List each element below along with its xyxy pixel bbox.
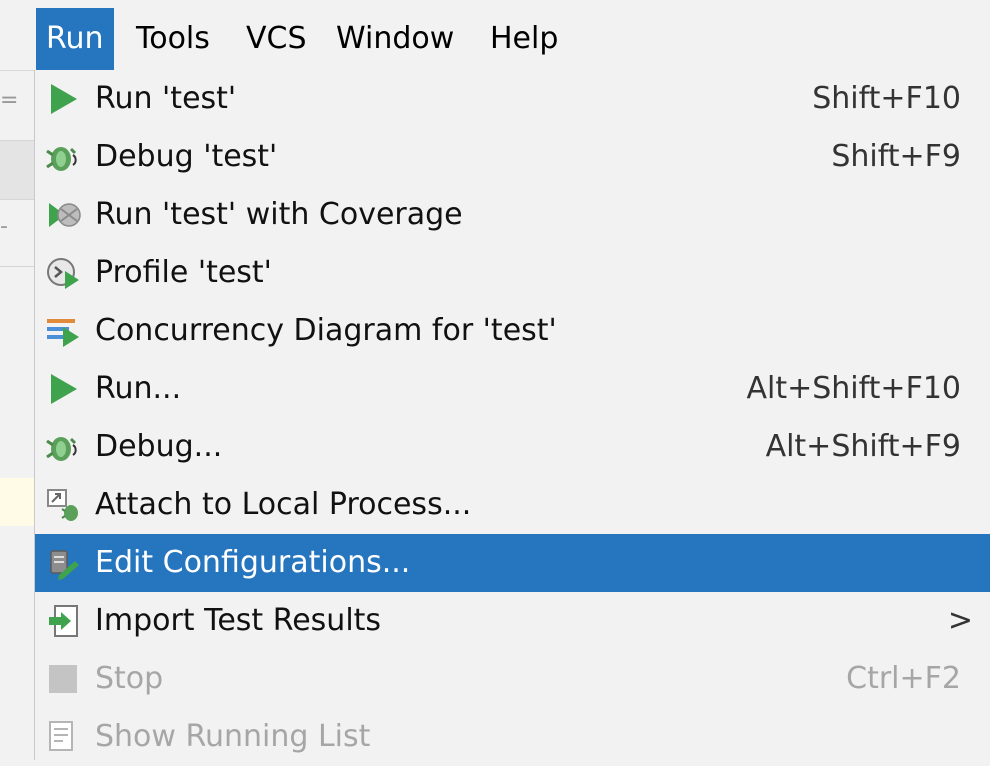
menu-item-run-test[interactable]: Run 'test' Shift+F10 xyxy=(35,70,990,128)
coverage-icon xyxy=(49,203,81,227)
menu-item-label: Show Running List xyxy=(95,719,371,754)
menu-item-debug-test[interactable]: Debug 'test' Shift+F9 xyxy=(35,128,990,186)
menu-item-label: Profile 'test' xyxy=(95,255,272,290)
import-icon xyxy=(49,605,78,637)
editor-gutter-mark: = xyxy=(0,88,19,113)
menu-item-shortcut: Ctrl+F2 xyxy=(846,661,961,696)
debug-icon xyxy=(46,147,77,171)
menubar-tools[interactable]: Tools xyxy=(126,8,220,70)
menu-item-debug-dialog[interactable]: Debug... Alt+Shift+F9 xyxy=(35,418,990,476)
menu-item-label: Debug 'test' xyxy=(95,139,278,174)
profile-icon xyxy=(47,258,79,289)
menu-item-label: Run... xyxy=(95,371,182,406)
menu-item-run-dialog[interactable]: Run... Alt+Shift+F10 xyxy=(35,360,990,418)
stop-icon xyxy=(49,665,77,693)
menu-item-label: Stop xyxy=(95,661,164,696)
menu-item-import-test-results[interactable]: Import Test Results > xyxy=(35,592,990,650)
menu-item-label: Run 'test' with Coverage xyxy=(95,197,463,232)
menu-item-run-coverage[interactable]: Run 'test' with Coverage xyxy=(35,186,990,244)
menu-item-label: Edit Configurations... xyxy=(95,545,411,580)
menubar-window[interactable]: Window xyxy=(326,8,464,70)
menu-item-profile-test[interactable]: Profile 'test' xyxy=(35,244,990,302)
menu-item-show-running-list[interactable]: Show Running List xyxy=(35,708,990,766)
menu-item-shortcut: Alt+Shift+F9 xyxy=(765,429,961,464)
edit-config-icon xyxy=(50,550,79,580)
menu-item-label: Import Test Results xyxy=(95,603,382,638)
editor-toolbar-strip xyxy=(0,140,34,200)
editor-highlight-line xyxy=(0,478,34,526)
menu-item-attach-process[interactable]: Attach to Local Process... xyxy=(35,476,990,534)
menu-item-label: Debug... xyxy=(95,429,223,464)
debug-icon xyxy=(46,437,77,461)
menu-item-shortcut: Shift+F10 xyxy=(812,81,961,116)
submenu-chevron-icon: > xyxy=(947,603,973,638)
menu-item-label: Concurrency Diagram for 'test' xyxy=(95,313,557,348)
menu-item-label: Attach to Local Process... xyxy=(95,487,472,522)
run-menu-dropdown: Run 'test' Shift+F10 Debug 'test' Shift+… xyxy=(34,70,990,760)
menubar-help-label: Help xyxy=(490,21,559,56)
menubar-run[interactable]: Run xyxy=(36,8,114,70)
menubar-run-label: Run xyxy=(46,21,104,56)
menu-item-edit-configurations[interactable]: Edit Configurations... xyxy=(35,534,990,592)
editor-gutter-mark: - xyxy=(0,214,8,239)
menubar-help[interactable]: Help xyxy=(480,8,568,70)
menu-item-shortcut: Alt+Shift+F10 xyxy=(746,371,961,406)
editor-divider xyxy=(0,266,34,267)
menubar-vcs-label: VCS xyxy=(246,21,307,56)
attach-icon xyxy=(47,489,78,521)
run-icon xyxy=(51,374,77,404)
concurrency-icon xyxy=(47,319,79,347)
menubar-window-label: Window xyxy=(336,21,455,56)
menu-item-concurrency-diagram[interactable]: Concurrency Diagram for 'test' xyxy=(35,302,990,360)
menu-item-stop[interactable]: Stop Ctrl+F2 xyxy=(35,650,990,708)
run-icon xyxy=(51,84,77,114)
menu-item-label: Run 'test' xyxy=(95,81,237,116)
menubar-tools-label: Tools xyxy=(136,21,210,56)
running-list-icon xyxy=(49,721,73,751)
menubar-vcs[interactable]: VCS xyxy=(236,8,317,70)
menu-item-shortcut: Shift+F9 xyxy=(831,139,961,174)
menubar: Run Tools VCS Window Help xyxy=(0,8,990,71)
